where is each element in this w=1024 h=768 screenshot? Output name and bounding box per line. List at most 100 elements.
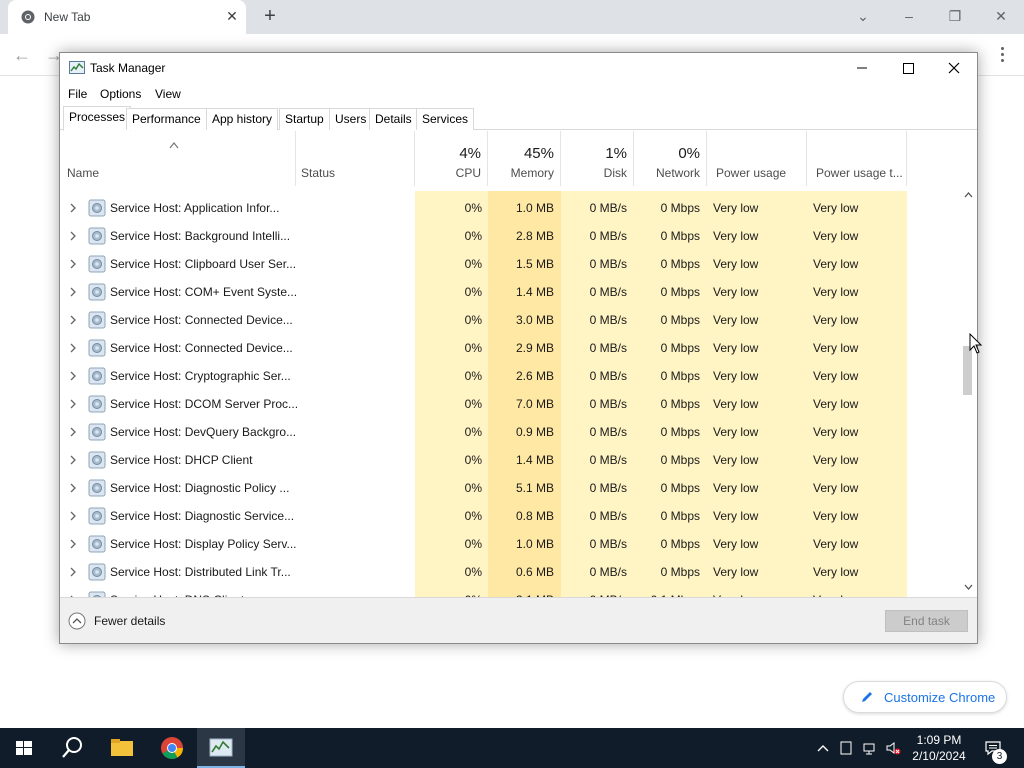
- chrome-close-button[interactable]: ✕: [990, 6, 1012, 26]
- process-network: 0 Mbps: [660, 509, 700, 523]
- expand-chevron-icon[interactable]: [69, 399, 77, 409]
- process-name: Service Host: COM+ Event Syste...: [110, 285, 298, 299]
- process-row[interactable]: Service Host: Diagnostic Service... 0% 0.8…: [61, 502, 961, 530]
- task-manager-titlebar[interactable]: Task Manager: [60, 53, 977, 83]
- service-host-gear-icon: [88, 479, 106, 497]
- process-power: Very low: [713, 341, 759, 355]
- process-row[interactable]: Service Host: DevQuery Backgro... 0% 0.9 M…: [61, 418, 961, 446]
- chevron-up-icon[interactable]: [815, 740, 831, 756]
- network-icon[interactable]: [862, 740, 878, 756]
- expand-chevron-icon[interactable]: [69, 315, 77, 325]
- scroll-up-icon[interactable]: [964, 191, 973, 199]
- column-power-usage[interactable]: Power usage: [707, 131, 807, 186]
- process-row[interactable]: Service Host: DCOM Server Proc... 0% 7.0 M…: [61, 390, 961, 418]
- volume-muted-icon[interactable]: [885, 740, 901, 756]
- process-power-trend: Very low: [813, 453, 859, 467]
- back-arrow-icon[interactable]: ←: [12, 46, 32, 66]
- tablet-icon[interactable]: [838, 740, 854, 756]
- tab-processes[interactable]: Processes: [63, 106, 132, 131]
- column-memory[interactable]: 45% Memory: [488, 131, 561, 186]
- expand-chevron-icon[interactable]: [69, 455, 77, 465]
- minimize-button[interactable]: [839, 53, 885, 83]
- task-manager-taskbar-button[interactable]: [197, 728, 245, 768]
- process-network: 0 Mbps: [660, 229, 700, 243]
- process-memory: 0.8 MB: [515, 509, 554, 523]
- process-name: Service Host: Cryptographic Ser...: [110, 369, 291, 383]
- tab-startup[interactable]: Startup: [279, 108, 330, 130]
- process-network: 0 Mbps: [660, 369, 700, 383]
- expand-chevron-icon[interactable]: [69, 343, 77, 353]
- process-cpu: 0%: [464, 509, 482, 523]
- column-name[interactable]: Name: [60, 131, 296, 186]
- process-row[interactable]: Service Host: Diagnostic Policy ... 0% 5.1…: [61, 474, 961, 502]
- tab-users[interactable]: Users: [329, 108, 373, 130]
- service-host-gear-icon: [88, 395, 106, 413]
- process-memory: 1.0 MB: [515, 537, 554, 551]
- process-row[interactable]: Service Host: DNS Client0%3.1 MB0 MB/s0.…: [61, 586, 961, 597]
- chrome-tab-new-tab[interactable]: New Tab ✕: [8, 0, 246, 34]
- process-row[interactable]: Service Host: Background Intelli... 0% 2.8…: [61, 222, 961, 250]
- vertical-scrollbar[interactable]: [960, 187, 977, 597]
- column-disk[interactable]: 1% Disk: [561, 131, 634, 186]
- expand-chevron-icon[interactable]: [69, 567, 77, 577]
- process-row[interactable]: Service Host: Cryptographic Ser... 0% 2.6 …: [61, 362, 961, 390]
- scroll-down-icon[interactable]: [964, 583, 973, 591]
- task-manager-footer: Fewer details End task: [60, 597, 977, 643]
- expand-chevron-icon[interactable]: [69, 287, 77, 297]
- process-row[interactable]: Service Host: Application Infor... 0% 1.0 …: [61, 194, 961, 222]
- tab-app-history[interactable]: App history: [206, 108, 279, 130]
- column-power-trend[interactable]: Power usage t...: [807, 131, 907, 186]
- notification-count-badge: 3: [992, 749, 1007, 764]
- maximize-button[interactable]: [885, 53, 931, 83]
- tab-close-icon[interactable]: ✕: [225, 9, 239, 23]
- fewer-details-link[interactable]: Fewer details: [94, 614, 165, 628]
- menu-options[interactable]: Options: [100, 87, 141, 101]
- expand-chevron-icon[interactable]: [69, 511, 77, 521]
- expand-chevron-icon[interactable]: [69, 203, 77, 213]
- process-row[interactable]: Service Host: Distributed Link Tr... 0% 0.…: [61, 558, 961, 586]
- chrome-restore-button[interactable]: ❐: [944, 6, 966, 26]
- process-name: Service Host: Background Intelli...: [110, 229, 291, 243]
- column-network[interactable]: 0% Network: [634, 131, 707, 186]
- process-row[interactable]: Service Host: COM+ Event Syste... 0% 1.4 M…: [61, 278, 961, 306]
- system-clock[interactable]: 1:09 PM 2/10/2024: [906, 732, 972, 764]
- start-button[interactable]: [0, 728, 48, 768]
- process-row[interactable]: Service Host: Clipboard User Ser... 0% 1.5…: [61, 250, 961, 278]
- process-memory: 1.5 MB: [515, 257, 554, 271]
- file-explorer-button[interactable]: [98, 728, 146, 768]
- chrome-taskbar-button[interactable]: [148, 728, 196, 768]
- process-disk: 0 MB/s: [589, 201, 627, 215]
- menu-view[interactable]: View: [155, 87, 181, 101]
- tab-search-icon[interactable]: ⌄: [852, 6, 874, 26]
- clock-date: 2/10/2024: [912, 749, 966, 763]
- process-row[interactable]: Service Host: DHCP Client 0% 1.4 MB 0 MB/s 0…: [61, 446, 961, 474]
- tab-services[interactable]: Services: [416, 108, 475, 130]
- process-power-trend: Very low: [813, 229, 859, 243]
- chrome-minimize-button[interactable]: –: [898, 6, 920, 26]
- process-power-trend: Very low: [813, 425, 859, 439]
- expand-chevron-icon[interactable]: [69, 483, 77, 493]
- process-memory: 2.9 MB: [515, 341, 554, 355]
- tab-details[interactable]: Details: [369, 108, 418, 130]
- chrome-menu-icon[interactable]: [994, 44, 1010, 66]
- process-row[interactable]: Service Host: Connected Device... 0% 3.0 M…: [61, 306, 961, 334]
- end-task-button[interactable]: End task: [885, 610, 968, 632]
- expand-chevron-icon[interactable]: [69, 427, 77, 437]
- customize-chrome-button[interactable]: Customize Chrome: [843, 681, 1007, 713]
- expand-chevron-icon[interactable]: [69, 231, 77, 241]
- expand-chevron-icon[interactable]: [69, 259, 77, 269]
- process-row[interactable]: Service Host: Display Policy Serv... 0% 1.…: [61, 530, 961, 558]
- column-cpu[interactable]: 4% CPU: [415, 131, 488, 186]
- expand-chevron-icon[interactable]: [69, 539, 77, 549]
- menu-file[interactable]: File: [68, 87, 87, 101]
- column-status[interactable]: Status: [296, 131, 415, 186]
- column-power-trend-label: Power usage t...: [816, 166, 903, 180]
- expand-chevron-icon[interactable]: [69, 371, 77, 381]
- chevron-up-circle-icon[interactable]: [68, 612, 86, 630]
- process-row[interactable]: Service Host: Connected Device... 0% 2.9 M…: [61, 334, 961, 362]
- disk-total: 1%: [605, 145, 627, 162]
- search-button[interactable]: [48, 728, 96, 768]
- close-button[interactable]: [931, 53, 977, 83]
- tab-performance[interactable]: Performance: [126, 108, 207, 130]
- new-tab-button[interactable]: +: [259, 6, 281, 28]
